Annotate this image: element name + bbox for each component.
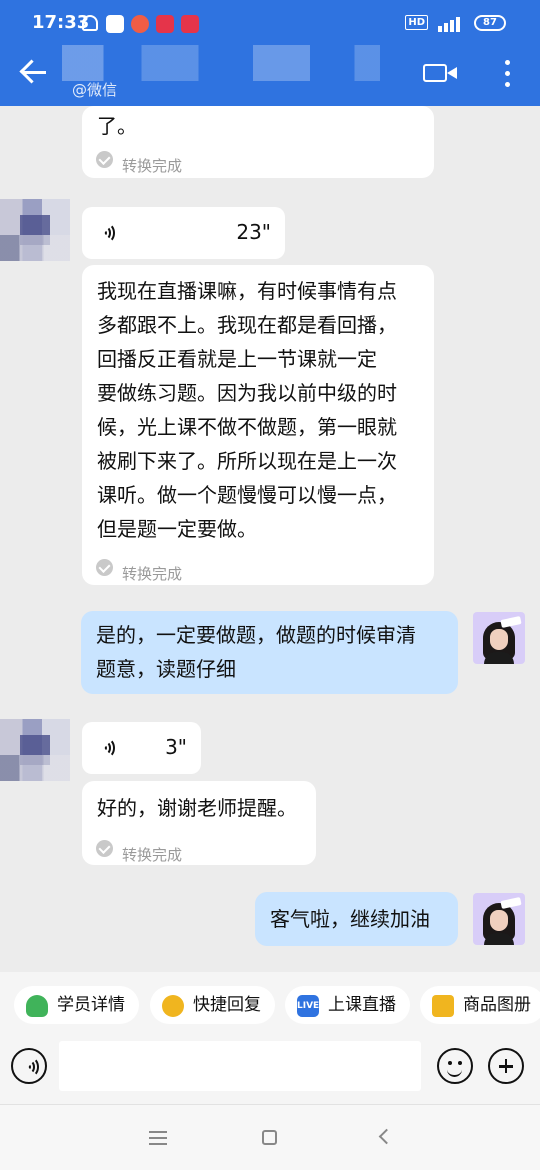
- message-text: 好的，谢谢老师提醒。: [97, 796, 297, 820]
- contact-avatar[interactable]: [0, 199, 70, 261]
- mute-bell-icon: [82, 15, 98, 31]
- conversion-status: 转换完成: [96, 838, 182, 872]
- message-input[interactable]: [59, 1041, 421, 1091]
- my-message-bubble: 客气啦，继续加油: [255, 892, 458, 946]
- live-class-button[interactable]: LIVE 上课直播: [285, 986, 410, 1024]
- system-back-icon[interactable]: [378, 1128, 395, 1145]
- product-album-button[interactable]: 商品图册: [420, 986, 540, 1024]
- more-attachments-button[interactable]: [488, 1048, 524, 1084]
- weibo-notification-icon: [131, 15, 149, 33]
- message-text: 了。: [97, 114, 137, 138]
- conversion-complete-icon: [96, 559, 113, 576]
- contact-avatar[interactable]: [0, 719, 70, 781]
- status-time: 17:33: [32, 12, 90, 33]
- message-text: 我现在直播课嘛，有时候事情有点 多都跟不上。我现在都是看回播， 回播反正看就是上…: [97, 279, 397, 541]
- product-album-icon: [432, 995, 454, 1017]
- voice-duration: 3": [165, 735, 187, 759]
- status-bar: 17:33 HD 87: [0, 0, 540, 48]
- conversion-status: 转换完成: [96, 149, 182, 183]
- back-button[interactable]: [18, 57, 48, 87]
- app-notification-icon: [156, 15, 174, 33]
- live-icon: LIVE: [297, 995, 319, 1017]
- more-options-button[interactable]: [503, 58, 511, 88]
- app-notification-icon: [181, 15, 199, 33]
- app-header: 17:33 HD 87 @微信: [0, 0, 540, 106]
- conversion-complete-icon: [96, 151, 113, 168]
- emoji-button[interactable]: [437, 1048, 473, 1084]
- video-camera-lens-icon: [447, 67, 457, 79]
- conversion-status: 转换完成: [96, 557, 182, 591]
- message-text: 是的，一定要做题，做题的时候审清 题意，读题仔细: [96, 623, 416, 681]
- my-avatar[interactable]: [473, 612, 525, 664]
- hd-indicator: HD: [405, 15, 428, 30]
- student-details-button[interactable]: 学员详情: [14, 986, 139, 1024]
- contact-transcript-bubble: 好的，谢谢老师提醒。 转换完成: [82, 781, 316, 865]
- voice-input-button[interactable]: [11, 1048, 47, 1084]
- voice-wave-icon: [97, 738, 117, 758]
- conversion-complete-icon: [96, 840, 113, 857]
- video-camera-icon: [423, 64, 447, 82]
- my-message-bubble: 是的，一定要做题，做题的时候审清 题意，读题仔细: [81, 611, 458, 694]
- message-text: 客气啦，继续加油: [270, 907, 430, 931]
- voice-wave-icon: [21, 1057, 41, 1077]
- my-avatar[interactable]: [473, 893, 525, 945]
- quick-reply-icon: [162, 995, 184, 1017]
- quick-reply-button[interactable]: 快捷回复: [150, 986, 275, 1024]
- contact-source-label: @微信: [72, 81, 118, 99]
- signal-strength-icon: [438, 16, 468, 32]
- voice-wave-icon: [97, 223, 117, 243]
- contact-transcript-bubble: 了。 转换完成: [82, 106, 434, 178]
- contact-name-redacted: [62, 45, 380, 81]
- voice-message-bubble[interactable]: 23": [82, 207, 285, 259]
- app-notification-icon: [106, 15, 124, 33]
- video-call-button[interactable]: [423, 58, 457, 86]
- voice-duration: 23": [236, 220, 271, 244]
- home-icon[interactable]: [262, 1130, 277, 1145]
- recent-apps-icon[interactable]: [149, 1131, 167, 1145]
- voice-message-bubble[interactable]: 3": [82, 722, 201, 774]
- contact-transcript-bubble: 我现在直播课嘛，有时候事情有点 多都跟不上。我现在都是看回播， 回播反正看就是上…: [82, 265, 434, 585]
- student-detail-icon: [26, 995, 48, 1017]
- system-navigation-bar: [0, 1104, 540, 1170]
- battery-indicator: 87: [474, 15, 506, 31]
